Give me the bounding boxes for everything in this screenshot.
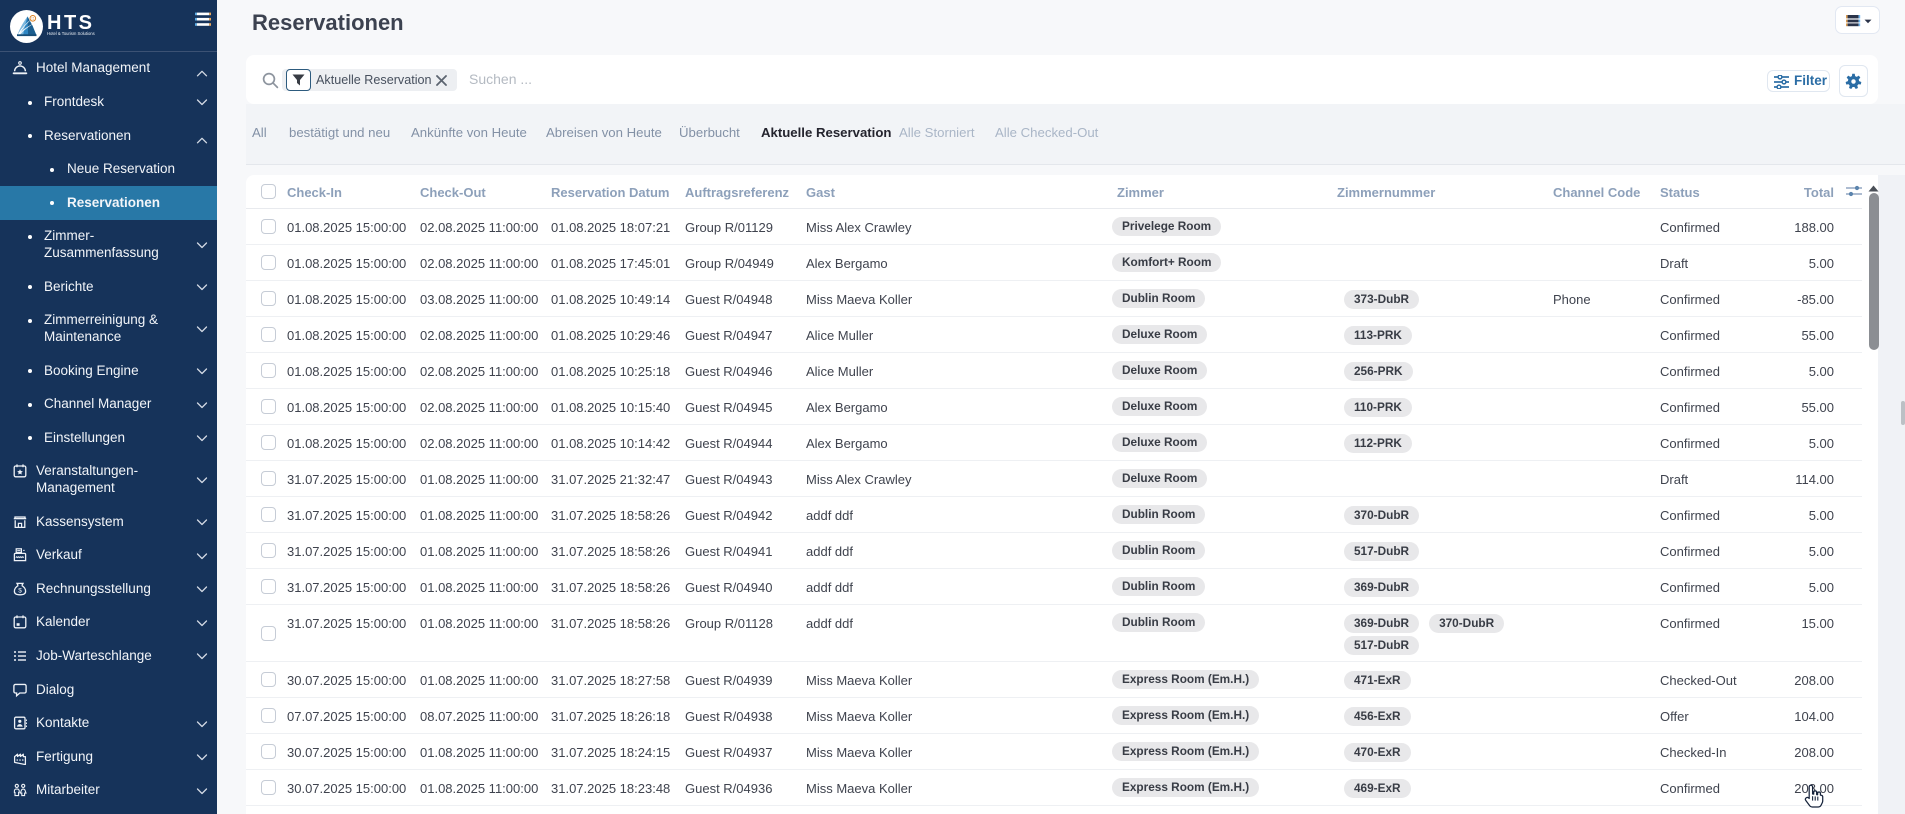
svg-text:$: $ bbox=[18, 587, 22, 594]
